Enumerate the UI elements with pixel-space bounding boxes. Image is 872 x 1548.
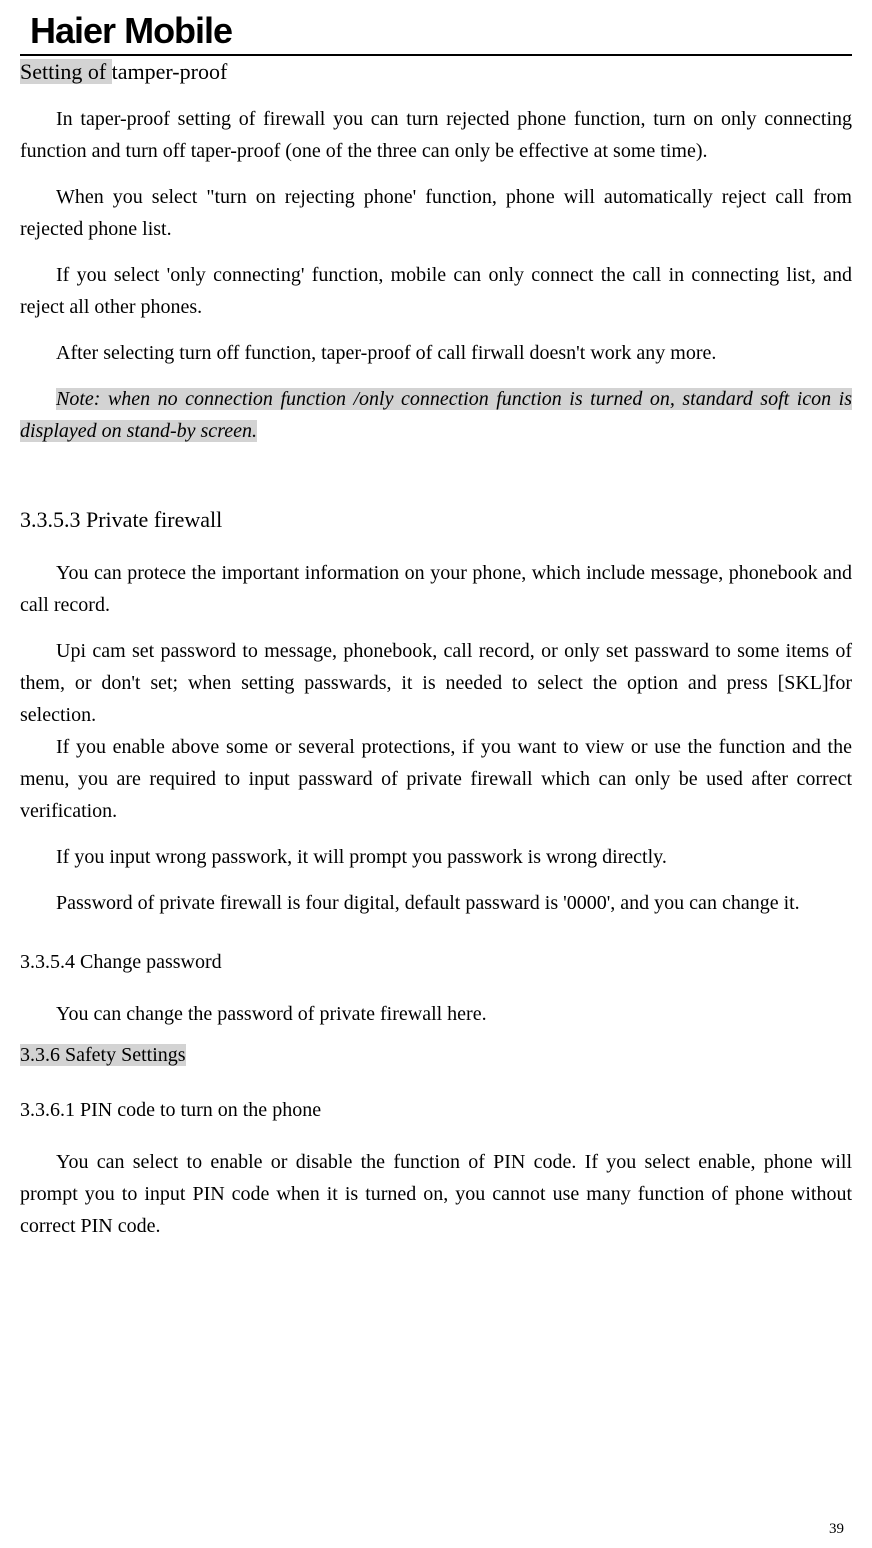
paragraph-8: If you input wrong passwork, it will pro… — [20, 841, 852, 873]
header-logo-region: Haier Mobile — [20, 10, 852, 56]
paragraph-1: In taper-proof setting of firewall you c… — [20, 103, 852, 167]
paragraph-5: You can protece the important informatio… — [20, 557, 852, 621]
paragraph-11: You can select to enable or disable the … — [20, 1146, 852, 1242]
brand-logo: Haier Mobile — [30, 10, 232, 51]
heading-336-wrapper: 3.3.6 Safety Settings — [20, 1044, 852, 1067]
page-number: 39 — [829, 1521, 844, 1538]
paragraph-2: When you select "turn on rejecting phone… — [20, 181, 852, 245]
heading-rest: tamper-proof — [112, 59, 228, 84]
heading-3354: 3.3.5.4 Change password — [20, 951, 852, 974]
heading-336: 3.3.6 Safety Settings — [20, 1044, 186, 1066]
heading-prefix: Setting of — [20, 59, 112, 84]
paragraph-9: Password of private firewall is four dig… — [20, 887, 852, 919]
paragraph-10: You can change the password of private f… — [20, 998, 852, 1030]
brand-name: Haier — [30, 10, 115, 51]
paragraph-4: After selecting turn off function, taper… — [20, 337, 852, 369]
note-block: Note: when no connection function /only … — [20, 383, 852, 447]
heading-3353: 3.3.5.3 Private firewall — [20, 507, 852, 533]
section-heading-tamper-proof: Setting of tamper-proof — [20, 59, 852, 85]
paragraph-3: If you select 'only connecting' function… — [20, 259, 852, 323]
paragraph-6: Upi cam set password to message, phonebo… — [20, 635, 852, 731]
note-text: Note: when no connection function /only … — [20, 388, 852, 442]
paragraph-7: If you enable above some or several prot… — [20, 731, 852, 827]
heading-3361: 3.3.6.1 PIN code to turn on the phone — [20, 1099, 852, 1122]
brand-suffix: Mobile — [124, 10, 232, 51]
